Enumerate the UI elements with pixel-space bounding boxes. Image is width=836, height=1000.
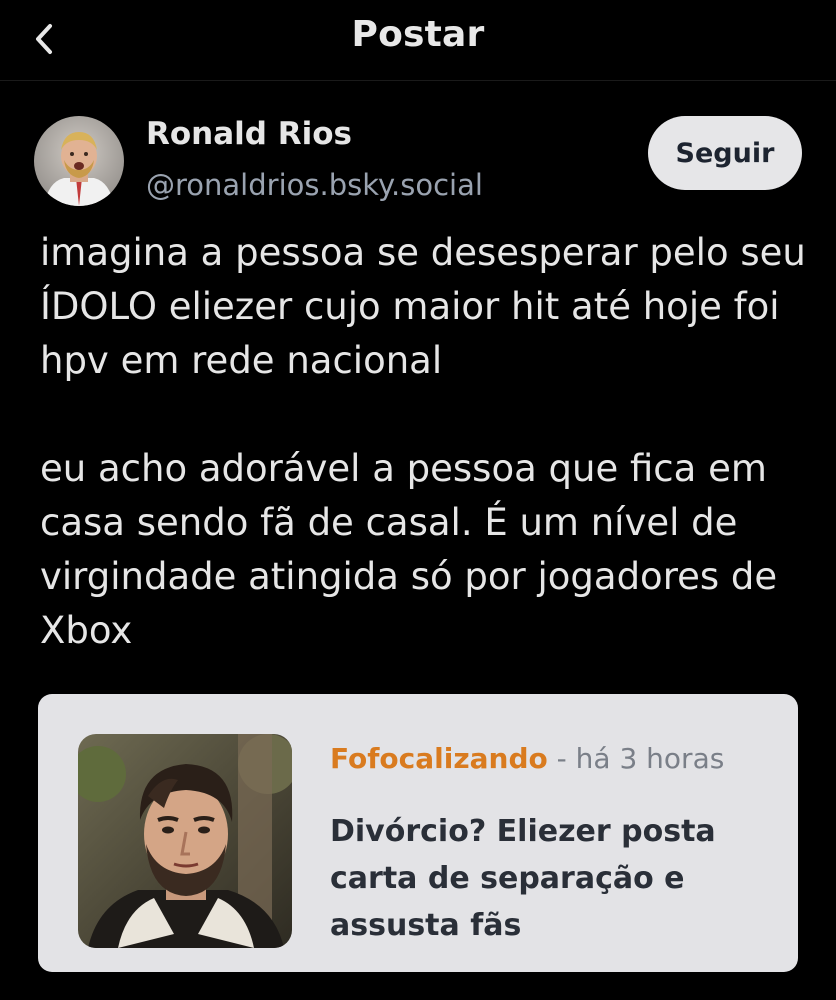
post-paragraph: eu acho adorável a pessoa que fica em ca…: [40, 447, 778, 652]
avatar-image: [34, 116, 124, 206]
link-preview-card[interactable]: Fofocalizando - há 3 horas Divórcio? Eli…: [38, 694, 798, 972]
card-meta: Fofocalizando - há 3 horas: [330, 742, 724, 775]
article-title: Divórcio? Eliezer posta carta de separaç…: [330, 814, 716, 943]
avatar[interactable]: [34, 116, 124, 206]
author-name[interactable]: Ronald Rios: [146, 116, 352, 152]
author-handle[interactable]: @ronaldrios.bsky.social: [146, 168, 483, 202]
follow-button[interactable]: Seguir: [648, 116, 802, 190]
article-source: Fofocalizando: [330, 742, 548, 775]
article-thumbnail: [78, 734, 292, 948]
post-text: imagina a pessoa se desesperar pelo seu …: [40, 226, 810, 658]
article-time: - há 3 horas: [556, 742, 725, 775]
post-paragraph: imagina a pessoa se desesperar pelo seu …: [40, 231, 806, 382]
top-bar: Postar: [0, 0, 836, 81]
article-image: [78, 734, 292, 948]
page-title: Postar: [351, 14, 485, 55]
